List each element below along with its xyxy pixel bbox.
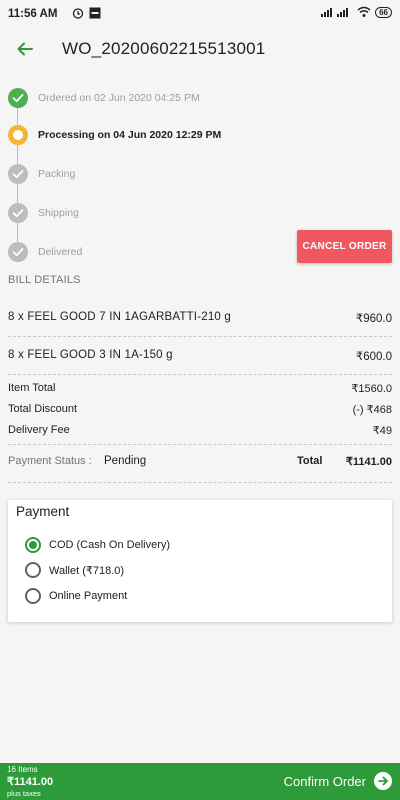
summary-label: Item Total	[8, 382, 56, 394]
checkout-bar: 16 Items ₹1141.00 plus taxes Confirm Ord…	[0, 763, 400, 800]
bill-details-heading: BILL DETAILS	[8, 274, 81, 286]
bill-item-price: ₹960.0	[355, 313, 392, 325]
app-bar: WO_20200602215513001	[0, 28, 400, 72]
payment-option-label: Online Payment	[49, 590, 128, 602]
payment-option-wallet[interactable]: Wallet (₹718.0)	[25, 561, 375, 581]
total-discount-row: Total Discount (-) ₹468	[8, 399, 392, 420]
notification-icon	[89, 7, 101, 19]
status-time: 11:56 AM	[8, 8, 58, 20]
timeline-step-label: Packing	[38, 168, 76, 180]
bill-item-name: 8 x FEEL GOOD 3 IN 1A-150 g	[8, 349, 173, 361]
signal-icon	[321, 8, 349, 17]
summary-value: (-) ₹468	[352, 404, 392, 416]
bill-item-row: 8 x FEEL GOOD 7 IN 1AGARBATTI-210 g ₹960…	[8, 299, 392, 337]
total-label: Total	[297, 455, 323, 467]
delivery-fee-row: Delivery Fee ₹49	[8, 420, 392, 445]
bill-details: BILL DETAILS 8 x FEEL GOOD 7 IN 1AGARBAT…	[8, 274, 392, 483]
payment-option-label: COD (Cash On Delivery)	[49, 539, 171, 551]
summary-value: ₹49	[372, 425, 392, 437]
payment-card: Payment COD (Cash On Delivery) Wallet (₹…	[8, 500, 392, 622]
timeline-step-label: Shipping	[38, 207, 79, 219]
total-value: ₹1141.00	[345, 456, 392, 468]
check-circle-icon	[8, 203, 28, 223]
tax-note: plus taxes	[7, 789, 41, 798]
radio-button-checked[interactable]	[25, 537, 41, 553]
confirm-order-label: Confirm Order	[283, 773, 366, 789]
bill-item-name: 8 x FEEL GOOD 7 IN 1AGARBATTI-210 g	[8, 311, 232, 323]
back-arrow-icon[interactable]	[14, 38, 36, 60]
timeline-step-label: Processing on 04 Jun 2020 12:29 PM	[38, 129, 222, 141]
timeline-step-label: Delivered	[38, 246, 83, 258]
timeline-step-packing: Packing	[8, 164, 388, 186]
current-step-icon	[8, 125, 28, 145]
radio-button[interactable]	[25, 588, 41, 604]
order-amount: ₹1141.00	[7, 776, 54, 788]
radio-button[interactable]	[25, 562, 41, 578]
item-total-row: Item Total ₹1560.0	[8, 378, 392, 399]
wifi-icon	[357, 6, 371, 17]
payment-heading: Payment	[16, 504, 70, 519]
page-title: WO_20200602215513001	[62, 39, 266, 58]
alarm-icon	[72, 8, 84, 19]
summary-label: Total Discount	[8, 403, 78, 415]
summary-label: Delivery Fee	[8, 424, 70, 436]
divider	[8, 482, 392, 483]
payment-option-label: Wallet (₹718.0)	[49, 565, 125, 577]
status-bar: 11:56 AM 66	[0, 0, 400, 28]
payment-status-label: Payment Status :	[8, 455, 92, 467]
confirm-order-button[interactable]: Confirm Order	[284, 772, 392, 790]
bill-item-row: 8 x FEEL GOOD 3 IN 1A-150 g ₹600.0	[8, 337, 392, 375]
cancel-order-button[interactable]: CANCEL ORDER	[297, 230, 392, 263]
payment-status-row: Payment Status : Pending Total ₹1141.00	[8, 445, 392, 473]
payment-status-value: Pending	[104, 455, 147, 467]
payment-option-online[interactable]: Online Payment	[25, 587, 375, 607]
arrow-right-icon	[374, 772, 392, 790]
timeline-step-processing: Processing on 04 Jun 2020 12:29 PM	[8, 125, 388, 147]
check-circle-icon	[8, 242, 28, 262]
timeline-step-label: Ordered on 02 Jun 2020 04:25 PM	[38, 92, 200, 104]
timeline-step-shipping: Shipping	[8, 203, 388, 225]
summary-value: ₹1560.0	[351, 383, 392, 395]
payment-option-cod[interactable]: COD (Cash On Delivery)	[25, 536, 375, 556]
battery-icon: 66	[375, 6, 392, 18]
timeline-step-ordered: Ordered on 02 Jun 2020 04:25 PM	[8, 88, 388, 110]
bill-item-price: ₹600.0	[355, 351, 392, 363]
check-circle-icon	[8, 164, 28, 184]
items-count: 16 Items	[7, 765, 38, 774]
check-circle-icon	[8, 88, 28, 108]
